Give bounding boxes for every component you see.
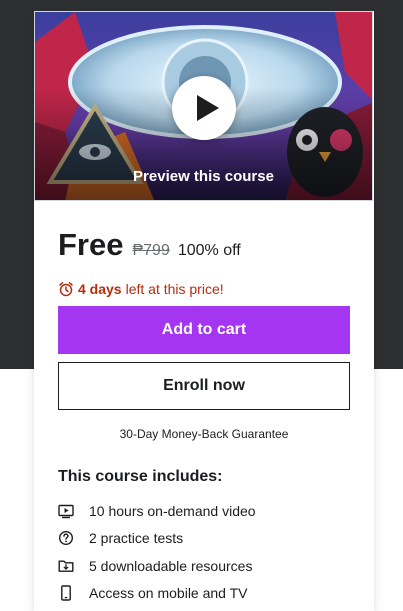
include-label: 5 downloadable resources (89, 557, 253, 574)
list-item: 2 practice tests (58, 525, 256, 553)
preview-label[interactable]: Preview this course (35, 168, 372, 185)
question-circle-icon (58, 531, 74, 546)
play-button[interactable] (172, 76, 236, 140)
includes-heading: This course includes: (58, 468, 223, 485)
add-to-cart-button[interactable]: Add to cart (58, 306, 350, 354)
includes-list: 10 hours on-demand video 2 practice test… (58, 497, 256, 607)
alarm-clock-icon (59, 282, 73, 297)
video-icon (58, 504, 74, 518)
include-label: 10 hours on-demand video (89, 502, 256, 519)
list-item: Access on mobile and TV (58, 580, 256, 608)
timer-text: left at this price! (125, 281, 224, 297)
timer-days: 4 days (78, 281, 122, 297)
current-price: Free (58, 227, 124, 262)
discount-percent: 100% off (177, 242, 241, 259)
course-preview[interactable]: Preview this course (34, 11, 373, 201)
folder-download-icon (58, 560, 74, 572)
money-back-guarantee: 30-Day Money-Back Guarantee (119, 427, 289, 441)
discount-timer: 4 days left at this price! (58, 281, 224, 297)
price-row: Free ₱799 100% off (58, 227, 241, 263)
enroll-now-button[interactable]: Enroll now (58, 362, 350, 410)
list-item: 10 hours on-demand video (58, 497, 256, 525)
list-item: 5 downloadable resources (58, 552, 256, 580)
include-label: 2 practice tests (89, 530, 184, 547)
original-price: ₱799 (132, 242, 170, 259)
play-icon (197, 95, 219, 121)
course-purchase-card: Preview this course Free ₱799 100% off 4… (34, 11, 374, 611)
